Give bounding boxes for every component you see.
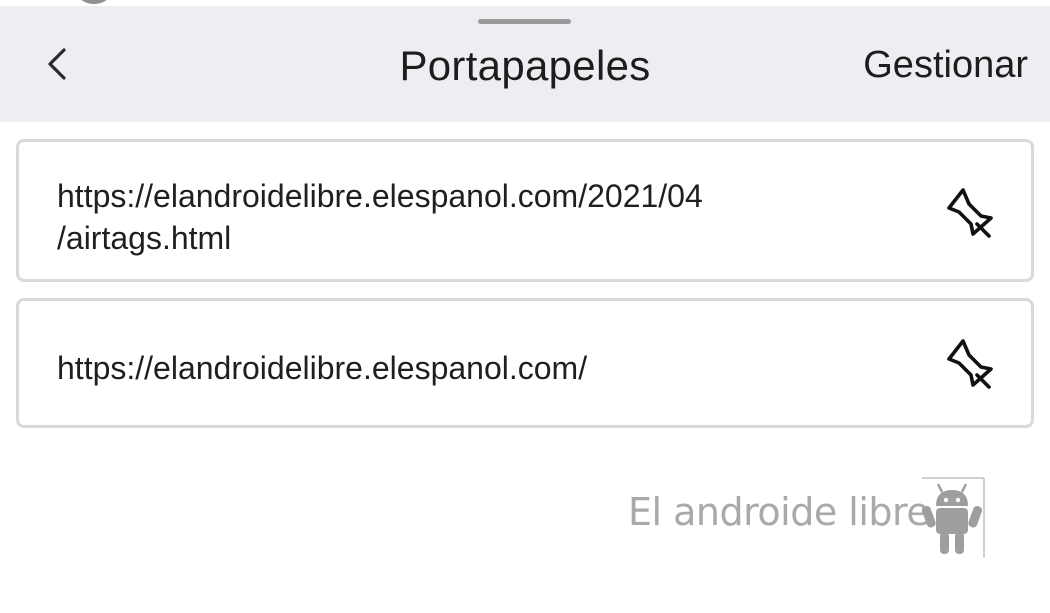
clipboard-item[interactable]: https://elandroidelibre.elespanol.com/20… [16,139,1034,282]
drag-handle[interactable] [478,19,571,24]
android-robot-icon [921,477,985,558]
clipboard-item-line: /airtags.html [57,220,232,256]
partial-circle-icon [72,0,116,4]
back-button[interactable] [30,36,86,92]
watermark-logo: El androide libre [628,476,990,558]
clipboard-item-line: https://elandroidelibre.elespanol.com/20… [57,178,703,214]
clipboard-item[interactable]: https://elandroidelibre.elespanol.com/ [16,298,1034,428]
clipboard-header: Portapapeles Gestionar [0,6,1050,122]
clipboard-item-text: https://elandroidelibre.elespanol.com/ [57,347,837,389]
watermark-text: El androide libre [628,490,930,534]
pushpin-icon [947,339,993,389]
clipboard-item-text: https://elandroidelibre.elespanol.com/20… [57,175,837,259]
manage-button[interactable]: Gestionar [863,44,1028,87]
chevron-left-icon [48,48,66,80]
pin-button[interactable] [937,180,1001,244]
pin-button[interactable] [937,331,1001,395]
clipboard-item-line: https://elandroidelibre.elespanol.com/ [57,350,588,386]
clipboard-list: https://elandroidelibre.elespanol.com/20… [16,139,1034,444]
pushpin-icon [947,188,993,238]
